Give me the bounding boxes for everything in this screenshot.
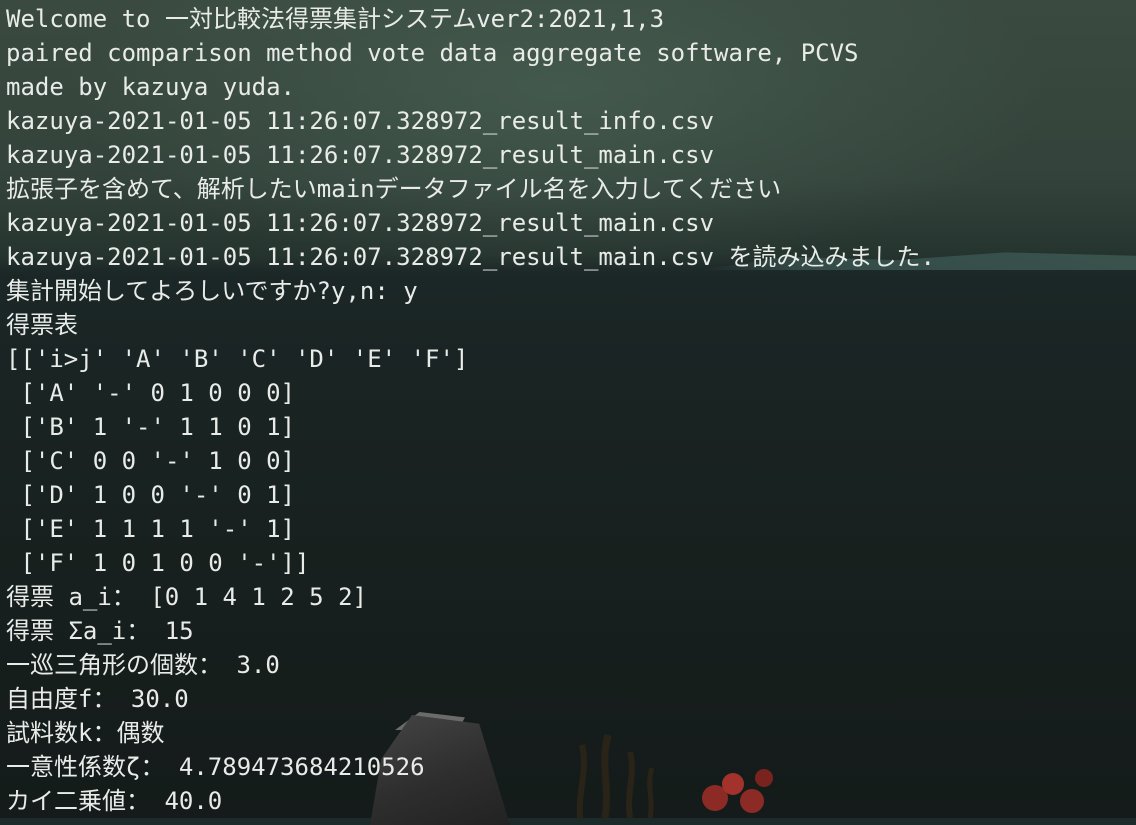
terminal-line: 得票 Σa_i： 15 <box>6 617 194 645</box>
terminal-line: 自由度f： 30.0 <box>6 685 189 713</box>
terminal-line: 得票 a_i： [0 1 4 1 2 5 2] <box>6 583 367 611</box>
terminal-line: paired comparison method vote data aggre… <box>6 39 859 67</box>
terminal-line: ['C' 0 0 '-' 1 0 0] <box>6 447 295 475</box>
terminal-line: 一意性係数ζ： 4.789473684210526 <box>6 753 425 781</box>
terminal-line: 試料数k：偶数 <box>6 719 165 747</box>
terminal-line: 得票表 <box>6 311 78 339</box>
terminal-line: ['F' 1 0 1 0 0 '-']] <box>6 549 310 577</box>
terminal-line: 一巡三角形の個数： 3.0 <box>6 651 280 679</box>
terminal-line: kazuya-2021-01-05 11:26:07.328972_result… <box>6 243 935 271</box>
terminal-line: ['A' '-' 0 1 0 0 0] <box>6 379 295 407</box>
terminal-line: ['E' 1 1 1 1 '-' 1] <box>6 515 295 543</box>
terminal-output: Welcome to 一対比較法得票集計システムver2:2021,1,3 pa… <box>0 0 935 818</box>
terminal-line: カイ二乗値： 40.0 <box>6 787 223 815</box>
terminal-line: kazuya-2021-01-05 11:26:07.328972_result… <box>6 107 715 135</box>
terminal-line: kazuya-2021-01-05 11:26:07.328972_result… <box>6 141 715 169</box>
terminal-line: 集計開始してよろしいですか?y,n: y <box>6 277 418 305</box>
terminal-line: kazuya-2021-01-05 11:26:07.328972_result… <box>6 209 715 237</box>
terminal-line: ['B' 1 '-' 1 1 0 1] <box>6 413 295 441</box>
terminal-line: ['D' 1 0 0 '-' 0 1] <box>6 481 295 509</box>
terminal-line: [['i>j' 'A' 'B' 'C' 'D' 'E' 'F'] <box>6 345 469 373</box>
terminal-line: 拡張子を含めて、解析したいmainデータファイル名を入力してください <box>6 175 782 203</box>
terminal-line: Welcome to 一対比較法得票集計システムver2:2021,1,3 <box>6 5 665 33</box>
terminal-line: made by kazuya yuda. <box>6 73 295 101</box>
